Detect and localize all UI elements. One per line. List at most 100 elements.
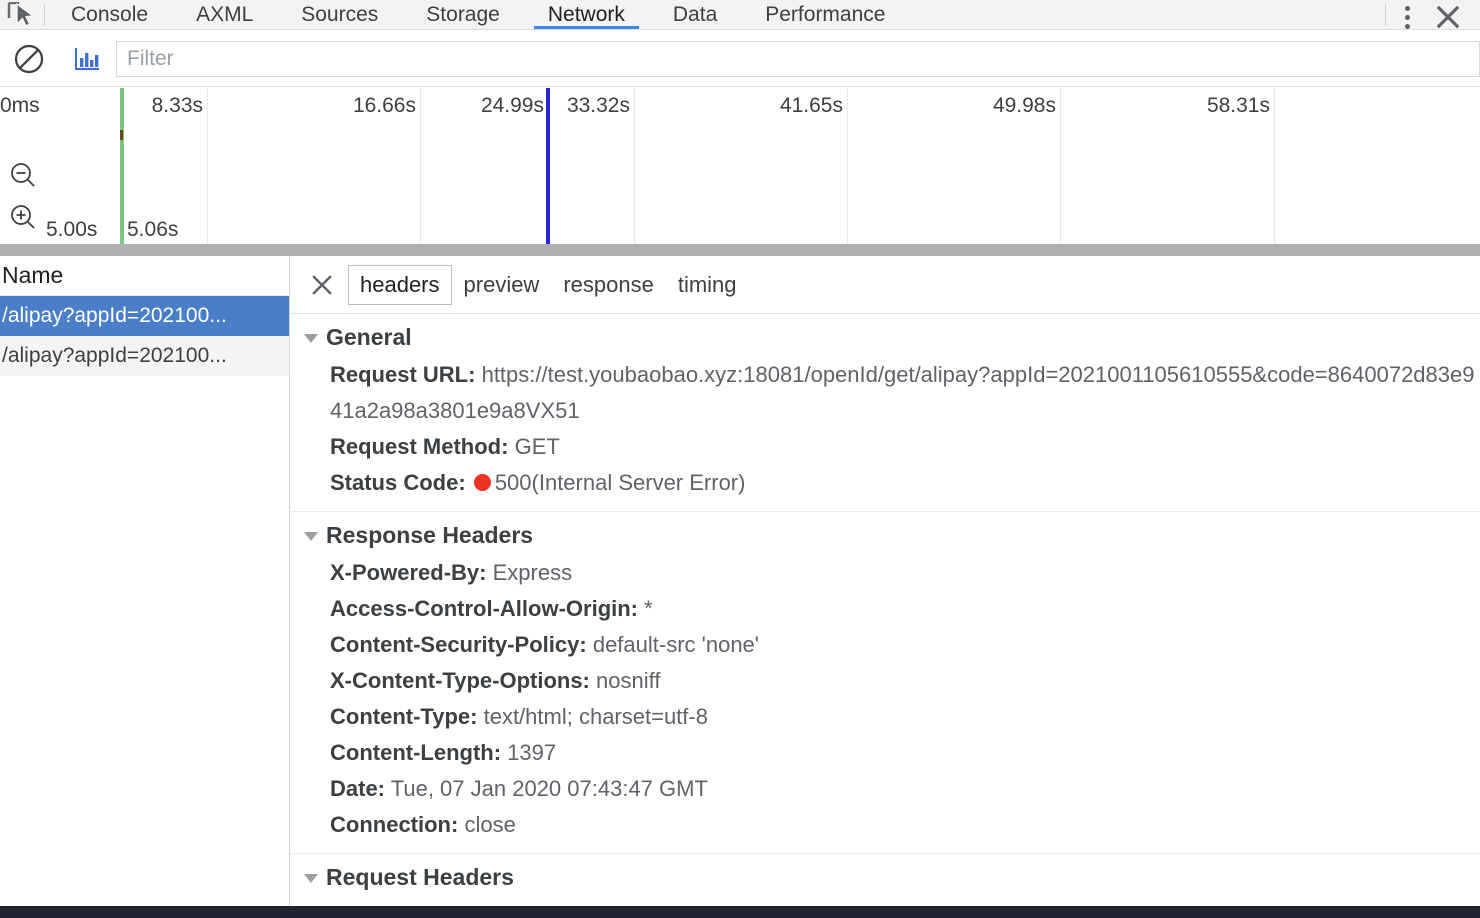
timeline-tick-label: 58.31s	[1206, 94, 1270, 117]
request-list: Name /alipay?appId=202100... /alipay?appI…	[0, 256, 290, 906]
header-row: X-Content-Type-Options: nosniff	[290, 663, 1480, 699]
tab-network[interactable]: Network	[524, 0, 649, 30]
detail-tab-preview[interactable]: preview	[452, 265, 552, 305]
detail-tab-label: response	[563, 271, 654, 297]
header-row: Status Code: 500(Internal Server Error)	[290, 465, 1480, 501]
caret-down-icon[interactable]	[304, 334, 318, 343]
tab-label: Sources	[301, 3, 379, 26]
section-title: Response Headers	[326, 522, 534, 548]
tab-performance[interactable]: Performance	[741, 0, 909, 30]
tab-label: Data	[672, 3, 718, 26]
timeline-selection-end: 5.06s	[127, 218, 179, 241]
network-timeline-overview[interactable]: 0ms 8.33s 16.66s 24.99s 33.32s 41.65s 49.98s 58…	[0, 88, 1480, 244]
caret-down-icon[interactable]	[304, 874, 318, 883]
tabbar-underline	[0, 29, 1480, 30]
header-value: *	[644, 596, 653, 621]
detail-tab-label: headers	[360, 271, 440, 297]
devtools-network-panel: Console AXML Sources Storage Network Data Perf…	[0, 0, 1480, 918]
header-key: Content-Length:	[330, 740, 502, 765]
timeline-tick-label: 33.32s	[566, 94, 630, 117]
request-row[interactable]: /alipay?appId=202100...	[0, 336, 289, 376]
tab-label: Storage	[426, 3, 500, 26]
tab-label: Console	[71, 3, 149, 26]
header-key: Status Code:	[330, 470, 466, 495]
status-error-dot-icon	[473, 474, 491, 491]
timeline-resize-divider[interactable]	[0, 244, 1480, 256]
header-value: Tue, 07 Jan 2020 07:43:47 GMT	[390, 776, 708, 801]
detail-tab-headers[interactable]: headers	[348, 264, 452, 305]
close-icon[interactable]	[1426, 0, 1470, 30]
devtools-tab-bar: Console AXML Sources Storage Network Data Perf…	[0, 0, 1480, 30]
header-row: Content-Type: text/html; charset=utf-8	[290, 699, 1480, 735]
request-row-name: /alipay?appId=202100...	[2, 304, 227, 327]
tabbar-actions	[1383, 0, 1480, 30]
header-value: 1397	[507, 740, 557, 765]
timeline-tick-label: 41.65s	[779, 94, 843, 117]
header-row: Content-Length: 1397	[290, 735, 1480, 771]
network-toolbar	[0, 31, 1480, 87]
detail-tab-response[interactable]: response	[551, 265, 666, 305]
header-key: Request URL:	[330, 362, 476, 387]
detail-close-icon[interactable]	[302, 265, 342, 305]
header-key: Content-Security-Policy:	[330, 632, 587, 657]
timeline-tick-label: 8.33s	[151, 94, 203, 117]
tab-sources[interactable]: Sources	[277, 0, 402, 30]
zoom-out-icon[interactable]	[8, 160, 38, 190]
header-key: X-Powered-By:	[330, 560, 487, 585]
timeline-tick-label: 24.99s	[480, 94, 544, 117]
request-row-name: /alipay?appId=202100...	[2, 344, 227, 367]
vertical-dots-icon[interactable]	[1388, 0, 1426, 30]
timeline-selection-start: 5.00s	[46, 218, 98, 241]
tab-data[interactable]: Data	[649, 0, 741, 30]
detail-tab-label: timing	[677, 271, 737, 297]
detail-section: General Request URL: https://test.youbaob…	[290, 314, 1480, 512]
timeline-selection-labels: 5.00s 5.06s	[0, 212, 1480, 242]
clear-circle-slash-icon[interactable]	[0, 31, 58, 87]
tab-list: Console AXML Sources Storage Network Data Perf…	[47, 0, 909, 30]
header-value: https://test.youbaobao.xyz:18081/openId/…	[330, 362, 1475, 423]
section-header[interactable]: Response Headers	[290, 518, 1480, 555]
request-list-header: Name	[0, 256, 289, 296]
detail-tab-timing[interactable]: timing	[666, 265, 749, 305]
detail-tab-bar: headers preview response timing	[290, 256, 1480, 314]
detail-tabs: headers preview response timing	[348, 264, 749, 305]
bottom-status-bar	[0, 906, 1480, 918]
header-row: Content-Security-Policy: default-src 'no…	[290, 627, 1480, 663]
header-key: Connection:	[330, 812, 459, 837]
request-row[interactable]: /alipay?appId=202100...	[0, 296, 289, 336]
header-value: Express	[492, 560, 573, 585]
tab-label: Performance	[765, 3, 886, 26]
timeline-tick-label: 49.98s	[992, 94, 1056, 117]
tabbar-divider	[44, 4, 45, 26]
header-value: default-src 'none'	[592, 632, 759, 657]
inspect-cursor-icon[interactable]	[0, 0, 42, 30]
header-row: Request URL: https://test.youbaobao.xyz:…	[290, 357, 1480, 429]
network-lower-area: Name /alipay?appId=202100... /alipay?appI…	[0, 256, 1480, 906]
header-key: Request Method:	[330, 434, 509, 459]
detail-content: General Request URL: https://test.youbaob…	[290, 314, 1480, 906]
tab-label: Network	[547, 3, 625, 26]
header-row: Request Method: GET	[290, 429, 1480, 465]
section-header[interactable]: Request Headers	[290, 860, 1480, 897]
filter-input[interactable]	[116, 40, 1480, 77]
tab-label: AXML	[196, 3, 254, 26]
section-header[interactable]: General	[290, 320, 1480, 357]
header-row: X-Powered-By: Express	[290, 555, 1480, 591]
header-value: nosniff	[596, 668, 661, 693]
header-value: close	[464, 812, 516, 837]
bar-chart-icon[interactable]	[58, 31, 116, 87]
header-value: text/html; charset=utf-8	[483, 704, 708, 729]
detail-section: Request Headers host: test.youbaobao.xyz:…	[290, 854, 1480, 906]
header-key: X-Content-Type-Options:	[330, 668, 590, 693]
tabbar-divider-right	[1385, 4, 1386, 26]
header-row: host: test.youbaobao.xyz:18081	[290, 897, 1480, 906]
header-key: Date:	[330, 776, 386, 801]
tab-axml[interactable]: AXML	[172, 0, 277, 30]
section-title: Request Headers	[326, 864, 514, 890]
tab-storage[interactable]: Storage	[402, 0, 524, 30]
header-key: Content-Type:	[330, 704, 478, 729]
header-row: Date: Tue, 07 Jan 2020 07:43:47 GMT	[290, 771, 1480, 807]
caret-down-icon[interactable]	[304, 532, 318, 541]
tab-console[interactable]: Console	[47, 0, 172, 30]
header-value: GET	[514, 434, 560, 459]
